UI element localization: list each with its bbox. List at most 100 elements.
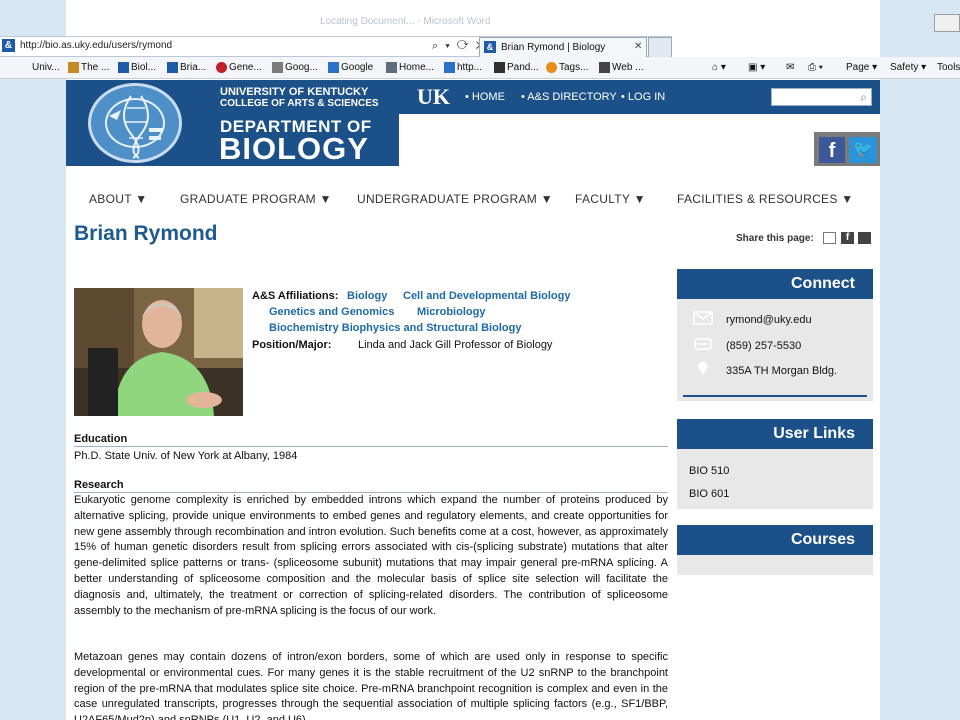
tools-menu[interactable]: Tools: [937, 57, 960, 79]
favorite-item[interactable]: Bria...: [167, 57, 206, 79]
slide-left-margin: [0, 0, 66, 720]
nav-home[interactable]: • HOME: [465, 89, 505, 105]
twitter-share-icon[interactable]: [858, 232, 871, 244]
education-heading: Education: [74, 433, 128, 445]
user-link-bio-510[interactable]: BIO 510: [689, 464, 729, 478]
education-text: Ph.D. State Univ. of New York at Albany,…: [74, 450, 298, 462]
email-share-icon[interactable]: [823, 232, 836, 244]
education-rule: [74, 446, 668, 447]
favorite-icon: [68, 61, 79, 73]
tab-close-icon[interactable]: ✕: [634, 40, 642, 54]
tab-title: Brian Rymond | Biology: [501, 42, 606, 53]
favorite-item[interactable]: Biol...: [118, 57, 156, 79]
contact-office: 335A TH Morgan Bldg.: [726, 365, 838, 377]
connect-heading: Connect: [677, 269, 873, 299]
web-page: UNIVERSITY OF KENTUCKY COLLEGE OF ARTS &…: [66, 80, 880, 720]
safety-menu[interactable]: Safety ▾: [890, 57, 926, 79]
favorite-item[interactable]: Google: [328, 57, 373, 79]
print-icon[interactable]: ⎙ ▾: [808, 57, 823, 79]
address-controls[interactable]: ⌕ ▾ ⟳ ✕: [432, 38, 486, 54]
facebook-icon[interactable]: f: [819, 137, 845, 163]
affiliation-biology[interactable]: Biology: [347, 289, 387, 303]
nav-as-directory[interactable]: • A&S DIRECTORY: [521, 89, 617, 105]
site-header: UNIVERSITY OF KENTUCKY COLLEGE OF ARTS &…: [66, 80, 880, 166]
favorite-item[interactable]: The ...: [68, 57, 109, 79]
search-icon[interactable]: ⌕: [860, 90, 867, 104]
research-paragraph-2: Metazoan genes may contain dozens of int…: [74, 651, 668, 720]
favorite-icon: [494, 61, 505, 73]
nav-facilities-resources[interactable]: FACILITIES & RESOURCES ▼: [677, 192, 853, 206]
favorite-icon: [167, 61, 178, 73]
location-pin-icon: [698, 362, 708, 375]
favorite-icon: [118, 61, 129, 73]
page-menu[interactable]: Page ▾: [846, 57, 877, 79]
affiliation-cell-dev-biology[interactable]: Cell and Developmental Biology: [403, 289, 570, 303]
biology-seal-icon: [88, 83, 182, 163]
university-name: UNIVERSITY OF KENTUCKY: [220, 86, 369, 98]
department-wordmark[interactable]: UNIVERSITY OF KENTUCKY COLLEGE OF ARTS &…: [208, 80, 399, 166]
position-value: Linda and Jack Gill Professor of Biology: [358, 339, 553, 351]
profile-photo: [74, 288, 243, 416]
twitter-icon[interactable]: 🐦: [849, 137, 877, 163]
favorite-item[interactable]: Gene...: [216, 57, 262, 79]
word-title-faint: Locating Document... - Microsoft Word: [320, 16, 491, 27]
favorite-item[interactable]: Tags...: [546, 57, 588, 79]
research-paragraph-1: Eukaryotic genome complexity is enriched…: [74, 494, 668, 617]
favorite-icon: [272, 61, 283, 73]
affiliation-genetics-genomics[interactable]: Genetics and Genomics: [269, 305, 394, 319]
phone-icon: [694, 338, 712, 350]
favorite-icon: [386, 61, 397, 73]
favorite-icon: [546, 61, 557, 73]
nav-log-in[interactable]: • LOG IN: [621, 89, 665, 105]
page-title: Brian Rymond: [74, 222, 218, 245]
connect-panel: rymond@uky.edu (859) 257-5530 335A TH Mo…: [677, 299, 873, 401]
tab-favicon-icon: &: [484, 41, 496, 53]
research-heading: Research: [74, 479, 124, 491]
user-links-heading: User Links: [677, 419, 873, 449]
seal-graphic: [109, 95, 163, 159]
profile-photo-art: [74, 288, 243, 416]
feeds-icon[interactable]: ▣ ▾: [748, 57, 765, 79]
college-name: COLLEGE OF ARTS & SCIENCES: [220, 98, 379, 109]
slide-right-margin: [880, 0, 960, 720]
favorite-item[interactable]: Web ...: [599, 57, 644, 79]
nav-undergraduate-program[interactable]: UNDERGRADUATE PROGRAM ▼: [357, 192, 553, 206]
window-control[interactable]: [934, 14, 960, 32]
seal-panel: [66, 80, 208, 166]
email-icon: [693, 311, 713, 325]
favorite-icon: [328, 61, 339, 73]
home-icon[interactable]: ⌂ ▾: [712, 57, 726, 79]
favorite-icon: [599, 61, 610, 73]
address-url[interactable]: http://bio.as.uky.edu/users/rymond: [20, 39, 172, 53]
nav-graduate-program[interactable]: GRADUATE PROGRAM ▼: [180, 192, 332, 206]
nav-faculty[interactable]: FACULTY ▼: [575, 192, 646, 206]
contact-phone: (859) 257-5530: [726, 340, 802, 352]
share-label: Share this page:: [736, 233, 814, 244]
facebook-share-icon[interactable]: f: [841, 232, 854, 244]
mail-icon[interactable]: ✉: [786, 57, 794, 79]
connect-rule: [683, 395, 867, 397]
contact-email[interactable]: rymond@uky.edu: [726, 313, 812, 327]
nav-about[interactable]: ABOUT ▼: [89, 192, 147, 206]
top-nav-bar: UK • HOME • A&S DIRECTORY • LOG IN ⌕: [399, 80, 880, 114]
courses-heading: Courses: [677, 525, 873, 555]
favorite-item[interactable]: Pand...: [494, 57, 539, 79]
favorite-item[interactable]: http...: [444, 57, 482, 79]
tab-brian-rymond[interactable]: & Brian Rymond | Biology ✕: [479, 37, 647, 57]
new-tab-button[interactable]: [648, 37, 672, 57]
affiliations-label: A&S Affiliations:: [252, 290, 339, 302]
user-link-bio-601[interactable]: BIO 601: [689, 487, 729, 501]
affiliation-microbiology[interactable]: Microbiology: [417, 305, 485, 319]
affiliation-biochemistry[interactable]: Biochemistry Biophysics and Structural B…: [269, 321, 521, 335]
favorite-item[interactable]: Home...: [386, 57, 434, 79]
uk-logo[interactable]: UK: [417, 85, 450, 109]
courses-panel: [677, 555, 873, 575]
favorite-item[interactable]: Univ...: [32, 57, 60, 79]
favorites-bar: Univ... The ... Biol... Bria... Gene... …: [0, 57, 960, 79]
position-label: Position/Major:: [252, 339, 332, 351]
favorite-item[interactable]: Goog...: [272, 57, 318, 79]
biology-label: BIOLOGY: [219, 131, 369, 166]
favorite-icon: [444, 61, 455, 73]
site-favicon-icon: &: [2, 39, 15, 52]
search-input[interactable]: ⌕: [771, 88, 872, 106]
